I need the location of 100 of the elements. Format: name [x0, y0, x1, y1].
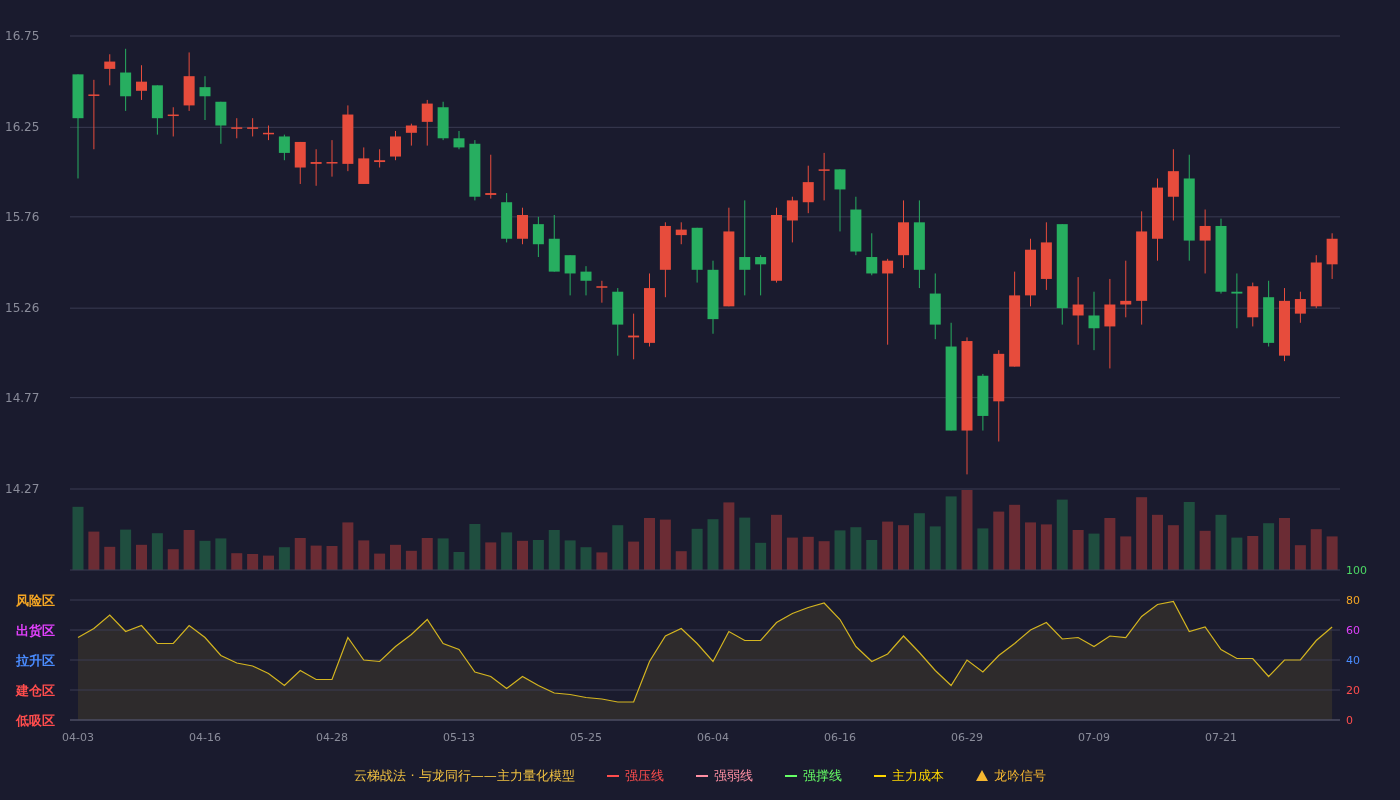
volume-bar — [88, 531, 100, 570]
volume-bar — [1294, 545, 1306, 570]
volume-bar — [723, 502, 735, 570]
volume-bar — [310, 545, 322, 570]
volume-bar — [167, 549, 179, 570]
candlestick — [802, 165, 814, 214]
candlestick — [675, 221, 687, 245]
legend-label: 主力成本 — [891, 766, 944, 785]
candlestick — [88, 79, 100, 150]
candlestick — [310, 148, 322, 187]
volume-bar — [278, 547, 290, 570]
volume-bar — [834, 530, 846, 570]
volume-bar — [929, 526, 941, 570]
volume-bar — [1056, 499, 1068, 570]
candlestick — [929, 272, 941, 340]
volume-bar — [1231, 537, 1243, 570]
axis-label: 15.26 — [5, 301, 40, 316]
volume-bar — [215, 538, 227, 570]
candlestick — [1040, 221, 1052, 291]
volume-bar — [1025, 522, 1036, 570]
volume-bar — [1199, 530, 1211, 570]
candlestick — [548, 214, 560, 273]
candlestick — [612, 287, 624, 357]
axis-label: 04-16 — [189, 731, 221, 744]
volume-bar — [1120, 536, 1132, 570]
candlestick — [898, 199, 909, 269]
volume-bar — [1279, 518, 1290, 570]
volume-bar — [739, 517, 751, 570]
volume-bar — [612, 525, 624, 570]
candlestick — [850, 196, 862, 256]
candlestick — [1231, 272, 1243, 329]
axis-label: 04-28 — [316, 731, 348, 744]
candlestick — [1326, 232, 1338, 280]
candlestick — [1072, 276, 1084, 346]
axis-label: 14.77 — [5, 390, 40, 405]
volume-bar — [580, 547, 592, 570]
axis-label: 0 — [1346, 714, 1353, 727]
volume-bar — [1040, 524, 1052, 570]
volume-bar — [675, 551, 687, 570]
volume-bar — [342, 522, 354, 570]
candlestick — [342, 104, 354, 172]
volume-bar — [294, 538, 306, 570]
candlestick — [786, 196, 798, 243]
axis-label: 100 — [1346, 564, 1367, 577]
volume-bar — [707, 519, 719, 570]
legend-label: 强压线 — [624, 766, 664, 785]
candlestick — [374, 148, 386, 168]
axis-label: 16.75 — [5, 29, 40, 43]
candlestick — [517, 207, 528, 245]
candlestick — [183, 51, 195, 112]
candlestick — [580, 265, 592, 296]
volume-bar — [437, 538, 449, 570]
volume-bar — [501, 532, 513, 570]
volume-bar — [151, 533, 163, 570]
volume-bar — [1072, 530, 1084, 570]
volume-bar — [786, 537, 798, 570]
axis-label: 15.76 — [5, 209, 40, 224]
volume-bar — [326, 546, 338, 570]
zone-label: 出货区 — [16, 623, 55, 638]
axis-label: 05-25 — [570, 731, 602, 744]
axis-label: 16.25 — [5, 120, 40, 135]
legend-label: 龙吟信号 — [993, 766, 1046, 785]
candlestick — [564, 254, 576, 296]
candlestick — [247, 117, 259, 137]
volume-bar — [802, 536, 814, 570]
candlestick — [326, 139, 338, 178]
volume-bar — [532, 540, 544, 570]
volume-bar — [1104, 518, 1116, 570]
axis-label: 07-21 — [1205, 731, 1237, 744]
volume-bar — [72, 506, 84, 570]
volume-bar — [1183, 502, 1195, 570]
candlestick — [1263, 280, 1275, 347]
candlestick — [1247, 282, 1259, 327]
volume-bar — [755, 542, 767, 570]
volume-bar — [628, 541, 640, 570]
candlestick — [136, 64, 147, 101]
candlestick — [390, 130, 401, 161]
volume-bar — [263, 555, 274, 570]
volume-bar — [850, 527, 862, 570]
candlestick — [628, 313, 640, 360]
axis-label: 14.27 — [5, 482, 40, 496]
volume-bar — [882, 521, 894, 570]
axis-label: 06-29 — [951, 731, 983, 744]
volume-bar — [659, 519, 671, 570]
candlestick — [1294, 291, 1306, 324]
volume-bar — [548, 530, 560, 570]
zone-label: 低吸区 — [16, 713, 55, 728]
volume-bar — [453, 552, 465, 570]
axis-label: 80 — [1346, 594, 1360, 607]
volume-bar — [231, 553, 243, 570]
volume-bar — [1088, 533, 1100, 570]
volume-bar — [183, 530, 195, 570]
candlestick — [596, 280, 608, 304]
axis-label: 40 — [1346, 654, 1360, 667]
candlestick — [1025, 238, 1036, 307]
volume-bar — [771, 514, 782, 570]
candlestick — [453, 130, 465, 150]
axis-label: 06-04 — [697, 731, 729, 744]
candlestick — [755, 254, 767, 296]
volume-bar — [1310, 529, 1322, 570]
